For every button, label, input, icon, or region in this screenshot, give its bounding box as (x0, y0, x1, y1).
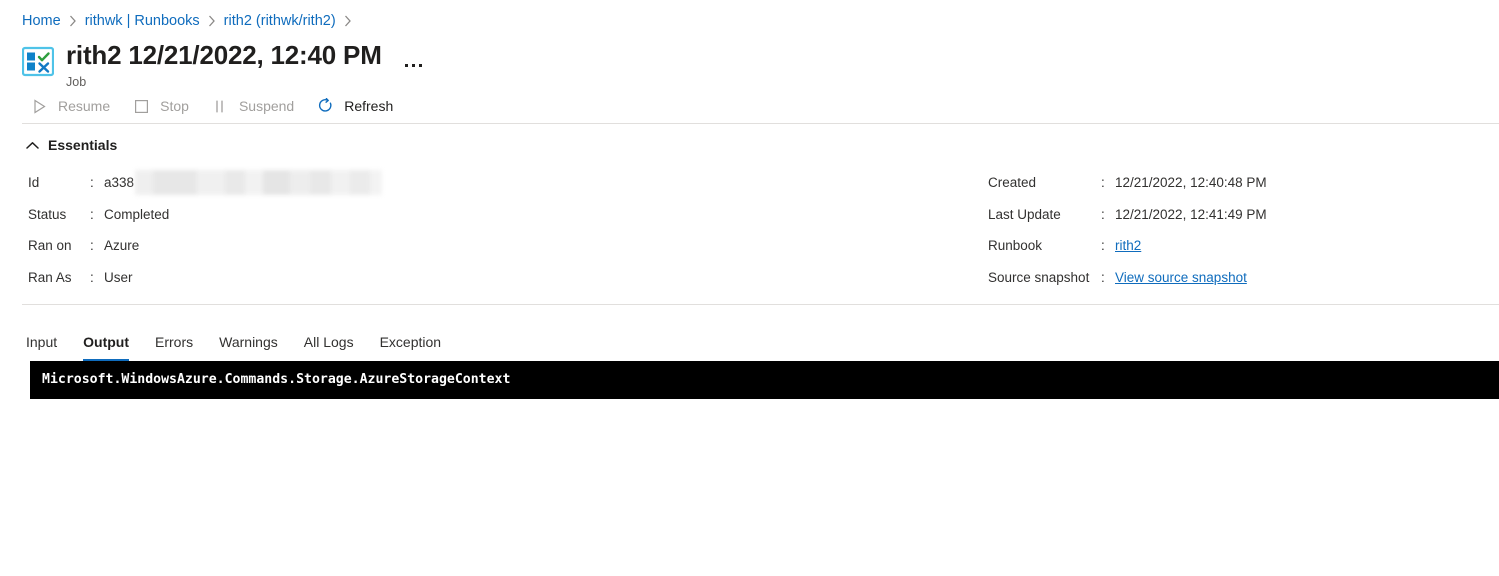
refresh-icon (314, 97, 336, 115)
essentials-row-source-snapshot: Source snapshot : View source snapshot (988, 262, 1499, 294)
tab-errors[interactable]: Errors (142, 333, 206, 361)
essentials-row-runbook: Runbook : rith2 (988, 230, 1499, 262)
essentials-key-id: Id (28, 175, 40, 191)
pause-icon (209, 97, 231, 115)
essentials-key-ran-as: Ran As (28, 269, 72, 285)
status-badge: Completed (104, 206, 170, 222)
tab-all-logs[interactable]: All Logs (291, 333, 367, 361)
essentials-divider (22, 304, 1499, 305)
page-subtitle: Job (66, 75, 87, 89)
essentials-label: Essentials (48, 137, 118, 153)
breadcrumb: Home rithwk | Runbooks rith2 (rithwk/rit… (0, 0, 1499, 30)
page-header: rith2 12/21/2022, 12:40 PM Job (0, 30, 1499, 89)
suspend-button[interactable]: Suspend (207, 90, 304, 122)
stop-button[interactable]: Stop (128, 90, 199, 122)
essentials-key-last-update: Last Update (988, 206, 1061, 222)
colon: : (90, 238, 94, 254)
essentials-row-last-update: Last Update : 12/21/2022, 12:41:49 PM (988, 199, 1499, 231)
colon: : (90, 269, 94, 285)
essentials-left-column: Id : a338 Status : Completed Ran on : Az… (28, 167, 988, 293)
essentials-value-ran-as: User (104, 269, 133, 285)
tab-output[interactable]: Output (70, 333, 142, 361)
job-status-icon (21, 45, 55, 77)
chevron-right-icon (208, 15, 216, 27)
resume-button[interactable]: Resume (26, 90, 120, 122)
essentials-row-created: Created : 12/21/2022, 12:40:48 PM (988, 167, 1499, 199)
resume-button-label: Resume (58, 98, 111, 114)
breadcrumb-item-home[interactable]: Home (22, 12, 61, 30)
essentials-value-id: a338 (104, 175, 135, 191)
essentials-row-id: Id : a338 (28, 167, 988, 199)
essentials-key-created: Created (988, 175, 1037, 191)
essentials-row-status: Status : Completed (28, 199, 988, 231)
essentials-key-runbook: Runbook (988, 238, 1043, 254)
colon: : (1101, 206, 1105, 222)
runbook-link[interactable]: rith2 (1115, 238, 1141, 253)
chevron-right-icon (344, 15, 352, 27)
play-icon (28, 97, 50, 115)
toolbar-divider (22, 123, 1499, 124)
tab-warnings[interactable]: Warnings (206, 333, 291, 361)
colon: : (1101, 269, 1105, 285)
chevron-right-icon (69, 15, 77, 27)
refresh-button[interactable]: Refresh (312, 90, 403, 122)
colon: : (1101, 238, 1105, 254)
essentials-panel: Id : a338 Status : Completed Ran on : Az… (0, 167, 1499, 293)
view-source-snapshot-link[interactable]: View source snapshot (1115, 270, 1247, 285)
essentials-row-ran-as: Ran As : User (28, 262, 988, 294)
stop-icon (130, 97, 152, 115)
page-title: rith2 12/21/2022, 12:40 PM (66, 40, 382, 70)
stop-button-label: Stop (160, 98, 189, 114)
redacted-id-region (135, 170, 383, 196)
output-console: Microsoft.WindowsAzure.Commands.Storage.… (30, 361, 1499, 399)
more-options-button[interactable] (400, 55, 428, 75)
colon: : (90, 175, 94, 191)
essentials-toggle[interactable]: Essentials (0, 130, 130, 160)
essentials-key-source-snapshot: Source snapshot (988, 269, 1090, 285)
essentials-value-created: 12/21/2022, 12:40:48 PM (1115, 175, 1267, 191)
ellipsis-icon (405, 63, 423, 67)
colon: : (90, 206, 94, 222)
breadcrumb-item-runbooks[interactable]: rithwk | Runbooks (85, 12, 200, 30)
tab-input[interactable]: Input (26, 333, 70, 361)
refresh-button-label: Refresh (344, 98, 394, 114)
essentials-value-last-update: 12/21/2022, 12:41:49 PM (1115, 206, 1267, 222)
suspend-button-label: Suspend (238, 98, 295, 114)
breadcrumb-item-rith2[interactable]: rith2 (rithwk/rith2) (224, 12, 336, 30)
essentials-row-ran-on: Ran on : Azure (28, 230, 988, 262)
essentials-value-ran-on: Azure (104, 238, 140, 254)
tab-exception[interactable]: Exception (367, 333, 454, 361)
essentials-right-column: Created : 12/21/2022, 12:40:48 PM Last U… (988, 167, 1499, 293)
command-bar: Resume Stop Suspend Refresh (0, 89, 1499, 123)
essentials-key-status: Status (28, 206, 67, 222)
chevron-up-icon (26, 141, 39, 150)
essentials-key-ran-on: Ran on (28, 238, 72, 254)
colon: : (1101, 175, 1105, 191)
tab-bar: Input Output Errors Warnings All Logs Ex… (0, 319, 1499, 361)
